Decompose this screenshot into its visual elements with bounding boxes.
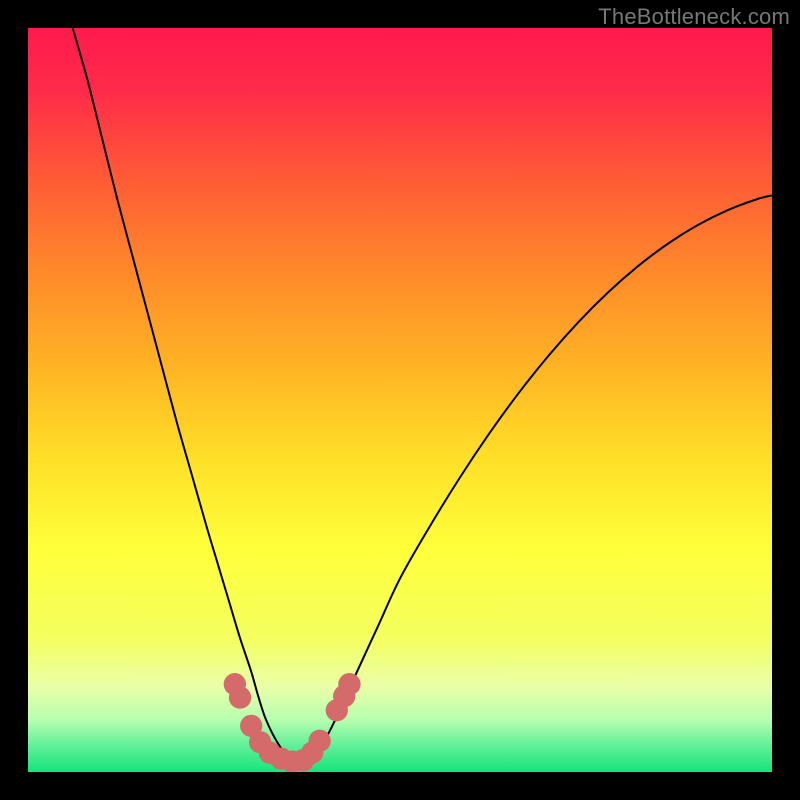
- chart-plot-area: [28, 28, 772, 772]
- marker-dot: [229, 686, 251, 708]
- marker-dot: [338, 673, 360, 695]
- chart-svg: [28, 28, 772, 772]
- chart-frame: TheBottleneck.com: [0, 0, 800, 800]
- marker-dot: [308, 730, 330, 752]
- chart-background: [28, 28, 772, 772]
- watermark-text: TheBottleneck.com: [598, 4, 790, 30]
